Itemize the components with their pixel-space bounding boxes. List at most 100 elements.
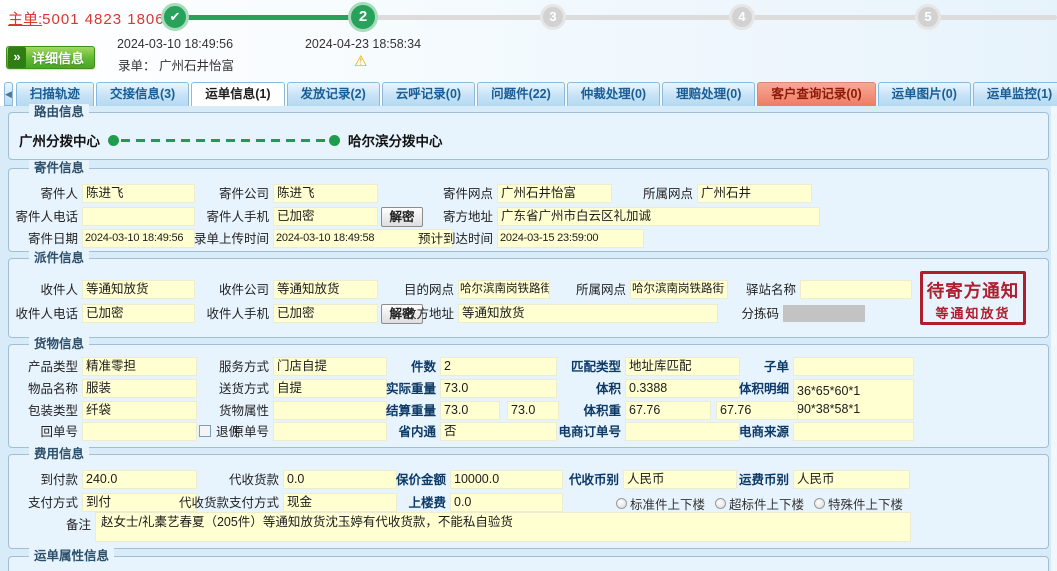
receiver-station-label: 驿站名称 xyxy=(676,280,796,300)
radio-standard-label: 标准件上下楼 xyxy=(630,494,705,513)
sub-order-field[interactable] xyxy=(793,357,914,376)
item-name-label: 物品名称 xyxy=(0,379,78,399)
tab-cloud-call-records[interactable]: 云呼记录(0) xyxy=(382,82,475,106)
route-end-dot-icon xyxy=(329,135,340,146)
section-sender-info: 寄件信息 寄件人 陈进飞 寄件公司 陈进飞 寄件网点 广州石井怡富 所属网点 广… xyxy=(8,168,1049,252)
section-goods-title: 货物信息 xyxy=(29,336,89,352)
receiver-name-label: 收件人 xyxy=(0,280,78,300)
ec-order-label: 电商订单号 xyxy=(501,422,621,442)
sort-code-redacted-field[interactable] xyxy=(783,305,865,322)
tab-bar: ◀ 扫描轨迹 交接信息(3) 运单信息(1) 发放记录(2) 云呼记录(0) 问… xyxy=(0,81,1057,106)
notify-stamp: 待寄方通知 等通知放货 xyxy=(920,271,1026,325)
step-3-marker: 3 xyxy=(540,4,566,30)
floor-fee-field[interactable]: 0.0 xyxy=(450,493,563,512)
receipt-no-field[interactable] xyxy=(82,422,197,441)
step-1-note: 录单： 广州石井怡富 xyxy=(118,55,234,74)
radio-special-label: 特殊件上下楼 xyxy=(828,494,903,513)
sender-company-field[interactable]: 陈进飞 xyxy=(273,184,378,203)
route-to: 哈尔滨分拨中心 xyxy=(348,130,443,150)
step-2-date: 2024-04-23 18:58:34 xyxy=(283,37,443,51)
tab-waybill-info[interactable]: 运单信息(1) xyxy=(191,82,284,106)
radio-standard-item[interactable]: 标准件上下楼 xyxy=(616,494,705,513)
cod-pay-method-label: 代收货款支付方式 xyxy=(159,493,279,513)
tab-scroll-left-icon[interactable]: ◀ xyxy=(4,82,13,106)
step-5-marker: 5 xyxy=(915,4,941,30)
cargo-attr-label: 货物属性 xyxy=(149,401,269,421)
ec-source-field[interactable] xyxy=(793,422,914,441)
volume-weight-label: 体积重 xyxy=(501,401,621,421)
detail-info-button[interactable]: » 详细信息 xyxy=(6,46,95,69)
step-2-marker: 2 xyxy=(348,2,378,32)
sender-phone-label: 寄件人电话 xyxy=(0,207,78,227)
tab-arbitration[interactable]: 仲裁处理(0) xyxy=(567,82,660,106)
original-no-label: 原单号 xyxy=(195,422,269,442)
settle-weight-field-1[interactable]: 73.0 xyxy=(440,401,500,420)
section-route-title: 路由信息 xyxy=(29,104,89,120)
receiver-phone-label: 收件人电话 xyxy=(0,304,78,324)
radio-special-item[interactable]: 特殊件上下楼 xyxy=(814,494,903,513)
sender-address-field[interactable]: 广东省广州市白云区礼加诚 xyxy=(497,207,820,226)
tab-release-records[interactable]: 发放记录(2) xyxy=(287,82,380,106)
notify-stamp-line2: 等通知放货 xyxy=(923,303,1023,322)
sender-eta-field[interactable]: 2024-03-15 23:59:00 xyxy=(497,229,644,248)
volume-weight-field-2[interactable]: 67.76 xyxy=(716,401,798,420)
match-type-label: 匹配类型 xyxy=(501,357,621,377)
volume-detail-line1: 36*65*60*1 xyxy=(797,384,860,398)
freight-currency-label: 运费币别 xyxy=(669,470,789,490)
package-type-label: 包装类型 xyxy=(0,401,78,421)
volume-label: 体积 xyxy=(501,379,621,399)
remark-field[interactable]: 赵女士/礼橐艺春夏（205件）等通知放货沈玉婷有代收货款，不能私自验货 xyxy=(95,512,911,542)
remark-label: 备注 xyxy=(0,515,91,535)
sender-upload-time-label: 录单上传时间 xyxy=(149,229,269,249)
sender-address-label: 寄方地址 xyxy=(373,207,493,227)
receipt-no-label: 回单号 xyxy=(0,422,78,442)
cod-amount-label: 代收货款 xyxy=(159,470,279,490)
stepper-progress xyxy=(175,15,363,20)
tab-scan-trace[interactable]: 扫描轨迹 xyxy=(16,82,94,106)
tab-customer-query-records[interactable]: 客户查询记录(0) xyxy=(757,82,875,106)
step-4-marker: 4 xyxy=(729,4,755,30)
volume-detail-line2: 90*38*58*1 xyxy=(797,402,860,416)
sub-order-label: 子单 xyxy=(669,357,789,377)
radio-oversize-item[interactable]: 超标件上下楼 xyxy=(715,494,804,513)
receiver-mobile-label: 收件人手机 xyxy=(149,304,269,324)
settle-weight-label: 结算重量 xyxy=(316,401,436,421)
warning-icon: ⚠ xyxy=(354,52,367,70)
volume-weight-field-1[interactable]: 67.76 xyxy=(625,401,711,420)
section-sender-title: 寄件信息 xyxy=(29,160,89,176)
tab-handover-info[interactable]: 交接信息(3) xyxy=(96,82,189,106)
scrollbar-track[interactable] xyxy=(1051,106,1057,571)
sender-eta-label: 预计到达时间 xyxy=(373,229,493,249)
section-receiver-info: 派件信息 收件人 等通知放货 收件公司 等通知放货 目的网点 哈尔滨南岗铁路街 … xyxy=(8,258,1049,338)
receiver-owner-branch-label: 所属网点 xyxy=(506,280,626,300)
route-dashed-line xyxy=(121,139,327,142)
receiver-station-field[interactable] xyxy=(800,280,912,299)
sender-mobile-field[interactable]: 已加密 xyxy=(273,207,378,226)
freight-currency-field[interactable]: 人民币 xyxy=(793,470,910,489)
service-mode-label: 服务方式 xyxy=(149,357,269,377)
piece-count-label: 件数 xyxy=(316,357,436,377)
route-line: 广州分拨中心 哈尔滨分拨中心 xyxy=(19,130,443,150)
master-order-value: 5001 4823 1806 xyxy=(42,11,164,28)
tab-claims[interactable]: 理赔处理(0) xyxy=(662,82,755,106)
receiver-company-label: 收件公司 xyxy=(149,280,269,300)
sender-owner-branch-label: 所属网点 xyxy=(573,184,693,204)
actual-weight-label: 实际重量 xyxy=(316,379,436,399)
volume-detail-field[interactable]: 36*65*60*1 90*38*58*1 xyxy=(793,379,914,420)
master-order-label: 主单: xyxy=(8,11,42,28)
master-order-number: 主单:5001 4823 1806 xyxy=(8,8,165,29)
waybill-detail-screen: 主单:5001 4823 1806 » 详细信息 ✔ 2 3 4 5 2024-… xyxy=(0,0,1057,571)
cod-currency-label: 代收币别 xyxy=(499,470,619,490)
sender-name-label: 寄件人 xyxy=(0,184,78,204)
tab-waybill-monitor[interactable]: 运单监控(1) xyxy=(973,82,1057,106)
radio-oversize-label: 超标件上下楼 xyxy=(729,494,804,513)
section-waybill-attributes-title: 运单属性信息 xyxy=(29,548,114,564)
ec-source-label: 电商来源 xyxy=(669,422,789,442)
delivery-mode-label: 送货方式 xyxy=(149,379,269,399)
step-1-check-icon: ✔ xyxy=(161,3,189,31)
tab-waybill-images[interactable]: 运单图片(0) xyxy=(878,82,971,106)
section-waybill-attributes: 运单属性信息 xyxy=(8,556,1049,571)
tab-problem-pieces[interactable]: 问题件(22) xyxy=(477,82,565,106)
section-route-info: 路由信息 广州分拨中心 哈尔滨分拨中心 xyxy=(8,112,1049,160)
sender-owner-branch-field[interactable]: 广州石井 xyxy=(697,184,812,203)
